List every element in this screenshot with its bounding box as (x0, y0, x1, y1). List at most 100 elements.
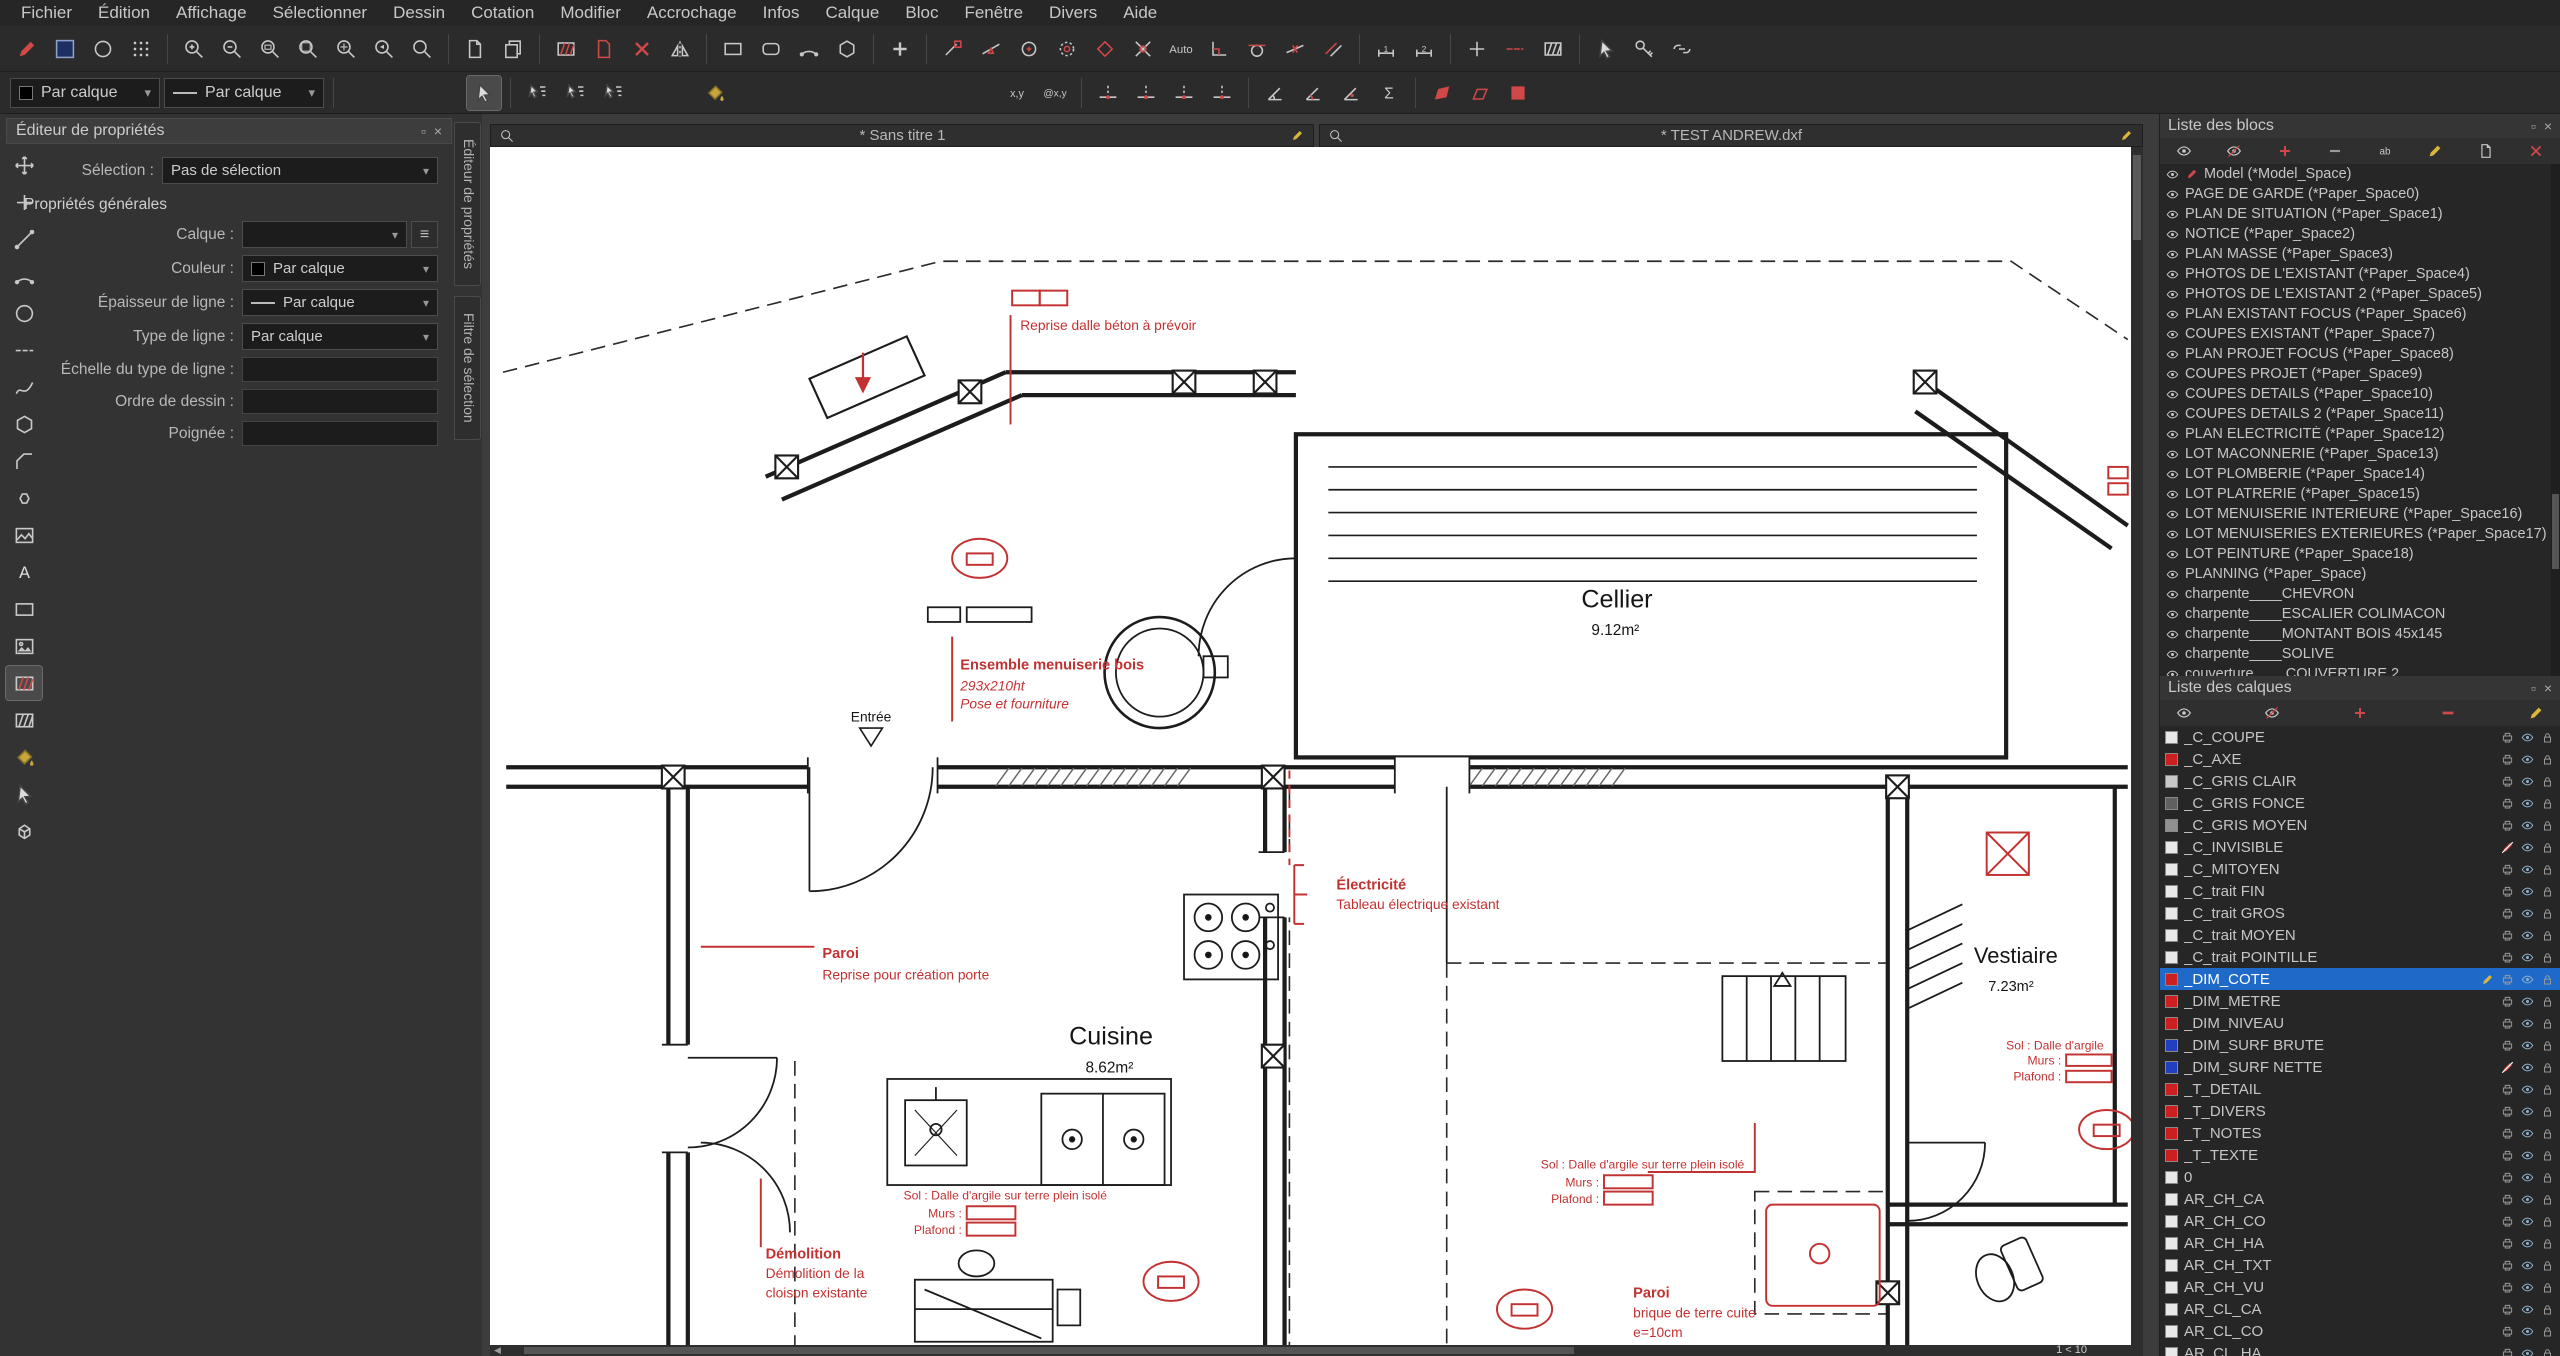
angle1-icon[interactable] (1258, 76, 1292, 110)
delete-block-icon[interactable] (2524, 140, 2548, 162)
snapline-icon[interactable] (1091, 76, 1125, 110)
layer-color-swatch[interactable] (2165, 1105, 2178, 1118)
hatch-icon[interactable] (6, 703, 42, 737)
block-list-item[interactable]: PLAN EXISTANT FOCUS (*Paper_Space6) (2160, 304, 2560, 324)
printer-icon[interactable] (2500, 1170, 2515, 1185)
snapline2-icon[interactable] (1129, 76, 1163, 110)
layer-color-swatch[interactable] (2165, 775, 2178, 788)
snap-tan-icon[interactable] (1240, 32, 1274, 66)
menu-item-fichier[interactable]: Fichier (8, 0, 85, 26)
lock-icon[interactable] (2540, 1104, 2555, 1119)
snap-mid-icon[interactable] (974, 32, 1008, 66)
vertical-scrollbar-thumb[interactable] (2133, 155, 2141, 240)
menu-item-fenetre[interactable]: Fenêtre (951, 0, 1036, 26)
move-icon[interactable] (6, 148, 42, 182)
rounded-rect-icon[interactable] (754, 32, 788, 66)
eye-icon[interactable] (2520, 1016, 2535, 1031)
layer-color-swatch[interactable] (2165, 1215, 2178, 1228)
circle-icon[interactable] (86, 32, 120, 66)
block-list-item[interactable]: LOT MACONNERIE (*Paper_Space13) (2160, 444, 2560, 464)
x-red-icon[interactable] (625, 32, 659, 66)
block-list-item[interactable]: PLAN PROJET FOCUS (*Paper_Space8) (2160, 344, 2560, 364)
eye-icon[interactable] (2520, 884, 2535, 899)
lock-icon[interactable] (2540, 1280, 2555, 1295)
layer-list-item[interactable]: _C_AXE (2160, 748, 2560, 770)
zoom-all-icon[interactable] (291, 32, 325, 66)
eye-icon[interactable] (2165, 487, 2180, 502)
snap-perp-icon[interactable] (1202, 32, 1236, 66)
snap-parallel-icon[interactable] (1316, 32, 1350, 66)
cursor-icon[interactable] (467, 76, 501, 110)
sq-red-icon[interactable] (1501, 76, 1535, 110)
cursor-icon[interactable] (6, 777, 42, 811)
doc-red-icon[interactable] (587, 32, 621, 66)
hide-block-icon[interactable] (2222, 140, 2246, 162)
swatch-navy-icon[interactable] (48, 32, 82, 66)
chamfer-icon[interactable] (6, 444, 42, 478)
linetype-field-dropdown[interactable]: Par calque ▾ (242, 323, 438, 350)
printer-icon[interactable] (2500, 1258, 2515, 1273)
lock-icon[interactable] (2540, 1016, 2555, 1031)
layer-list-item[interactable]: AR_CH_CA (2160, 1188, 2560, 1210)
lock-icon[interactable] (2540, 950, 2555, 965)
snap-end-icon[interactable] (936, 32, 970, 66)
sheet-icon[interactable] (458, 32, 492, 66)
lock-icon[interactable] (2540, 1148, 2555, 1163)
layer-color-swatch[interactable] (2165, 1083, 2178, 1096)
eye-icon[interactable] (2520, 1214, 2535, 1229)
printer-icon[interactable] (2500, 1104, 2515, 1119)
eye-icon[interactable] (2165, 667, 2180, 677)
layer-extra-button[interactable]: ≡ (411, 221, 438, 248)
cross-icon[interactable] (1460, 32, 1494, 66)
horizontal-scrollbar[interactable]: ◀ 1 < 10 (490, 1345, 2143, 1356)
close-icon[interactable]: × (434, 123, 442, 139)
show-block-icon[interactable] (2172, 140, 2196, 162)
zoom-prev-icon[interactable] (367, 32, 401, 66)
eye-icon[interactable] (2520, 1236, 2535, 1251)
eye-icon[interactable] (2165, 407, 2180, 422)
edit-layer-icon[interactable] (2480, 972, 2495, 987)
block-list-item[interactable]: COUPES DETAILS 2 (*Paper_Space11) (2160, 404, 2560, 424)
eye-icon[interactable] (2520, 950, 2535, 965)
horizontal-scrollbar-thumb[interactable] (524, 1347, 1574, 1354)
block-list-item[interactable]: PLAN MASSE (*Paper_Space3) (2160, 244, 2560, 264)
printer-icon[interactable] (2500, 1192, 2515, 1207)
eye-icon[interactable] (2165, 347, 2180, 362)
block-list-item[interactable]: charpente____ESCALIER COLIMACON (2160, 604, 2560, 624)
printer-icon[interactable] (2500, 774, 2515, 789)
eye-icon[interactable] (2165, 427, 2180, 442)
layer-color-swatch[interactable] (2165, 797, 2178, 810)
hatch-red-icon[interactable] (549, 32, 583, 66)
eye-icon[interactable] (2520, 1126, 2535, 1141)
zoom-in-icon[interactable] (177, 32, 211, 66)
layer-color-swatch[interactable] (2165, 885, 2178, 898)
layer-list-item[interactable]: _DIM_SURF BRUTE (2160, 1034, 2560, 1056)
arc-tool-icon[interactable] (792, 32, 826, 66)
eye-icon[interactable] (2165, 547, 2180, 562)
linetype-dropdown[interactable]: Par calque ▾ (164, 78, 324, 108)
sigma-icon[interactable]: Σ (1372, 76, 1406, 110)
printer-icon[interactable] (2500, 928, 2515, 943)
eye-icon[interactable] (2520, 1038, 2535, 1053)
snap-quad-icon[interactable] (1088, 32, 1122, 66)
layer-color-swatch[interactable] (2165, 1039, 2178, 1052)
menu-item-modifier[interactable]: Modifier (547, 0, 633, 26)
blocks-scrollbar[interactable] (2551, 164, 2560, 676)
printer-icon[interactable] (2500, 1302, 2515, 1317)
block-list-item[interactable]: charpente____CHEVRON (2160, 584, 2560, 604)
eye-icon[interactable] (2165, 527, 2180, 542)
pencil-red-icon[interactable] (10, 32, 44, 66)
lock-icon[interactable] (2540, 884, 2555, 899)
eye-icon[interactable] (2520, 1280, 2535, 1295)
eye-icon[interactable] (2165, 567, 2180, 582)
block-list-item[interactable]: charpente____MONTANT BOIS 45x145 (2160, 624, 2560, 644)
remove-block-icon[interactable] (2323, 140, 2347, 162)
add-layer-icon[interactable] (2348, 702, 2372, 724)
eye-icon[interactable] (2520, 928, 2535, 943)
layer-list-item[interactable]: _T_DETAIL (2160, 1078, 2560, 1100)
pencil-icon[interactable] (1290, 128, 1305, 143)
layer-list-item[interactable]: _C_trait POINTILLE (2160, 946, 2560, 968)
block-list-item[interactable]: LOT PLOMBERIE (*Paper_Space14) (2160, 464, 2560, 484)
printer-icon[interactable] (2500, 796, 2515, 811)
layer-list-item[interactable]: _C_GRIS MOYEN (2160, 814, 2560, 836)
